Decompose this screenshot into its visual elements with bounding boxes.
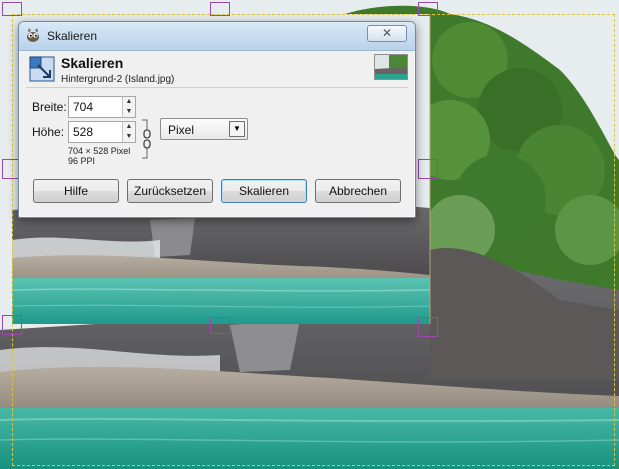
height-value: 528 (73, 125, 94, 139)
close-button[interactable]: ✕ (367, 25, 407, 42)
handle-bottom-left[interactable] (2, 315, 22, 335)
resolution-info: 96 PPI (68, 156, 96, 166)
spin-down-icon[interactable]: ▼ (123, 132, 135, 142)
unit-value: Pixel (168, 123, 195, 137)
dialog-header: Skalieren Hintergrund-2 (Island.jpg) (26, 53, 408, 88)
triangle-down-icon[interactable]: ▼ (229, 121, 245, 137)
handle-bottom-center[interactable] (210, 317, 230, 334)
help-button[interactable]: Hilfe (33, 179, 119, 203)
handle-top-center[interactable] (210, 2, 230, 16)
chain-link-icon[interactable] (140, 118, 152, 160)
height-field[interactable]: 528 ▲ ▼ (68, 121, 136, 143)
handle-middle-right[interactable] (418, 159, 438, 179)
reset-button-label: Zurücksetzen (133, 184, 207, 198)
close-icon: ✕ (381, 26, 393, 40)
dialog-titlebar[interactable]: Skalieren ✕ (19, 22, 415, 51)
unit-select[interactable]: Pixel ▼ (160, 118, 248, 140)
handle-top-right[interactable] (418, 2, 438, 16)
spin-down-icon[interactable]: ▼ (123, 107, 135, 117)
reset-button[interactable]: Zurücksetzen (127, 179, 213, 203)
width-spinner[interactable]: ▲ ▼ (122, 97, 135, 117)
spin-up-icon[interactable]: ▲ (123, 97, 135, 107)
scale-button[interactable]: Skalieren (221, 179, 307, 203)
height-label: Höhe: (32, 125, 65, 139)
handle-bottom-right[interactable] (418, 317, 438, 337)
dialog-header-title: Skalieren (61, 55, 124, 71)
cancel-button[interactable]: Abbrechen (315, 179, 401, 203)
layer-thumbnail (374, 54, 408, 80)
dialog-title: Skalieren (47, 29, 98, 43)
layer-name: Hintergrund-2 (Island.jpg) (61, 74, 175, 85)
help-button-label: Hilfe (63, 184, 88, 198)
scale-button-label: Skalieren (238, 184, 290, 198)
scale-dialog: Skalieren ✕ Skalieren Hintergrund-2 (Isl… (18, 21, 416, 218)
spin-up-icon[interactable]: ▲ (123, 122, 135, 132)
gimp-wilber-icon (27, 28, 39, 42)
handle-top-left[interactable] (2, 2, 22, 16)
size-info: 704 × 528 Pixel (68, 146, 131, 156)
width-label: Breite: (32, 100, 67, 114)
cancel-button-label: Abbrechen (328, 184, 388, 198)
width-field[interactable]: 704 ▲ ▼ (68, 96, 136, 118)
width-value: 704 (73, 100, 94, 114)
scale-layer-icon (29, 56, 55, 82)
height-spinner[interactable]: ▲ ▼ (122, 122, 135, 142)
